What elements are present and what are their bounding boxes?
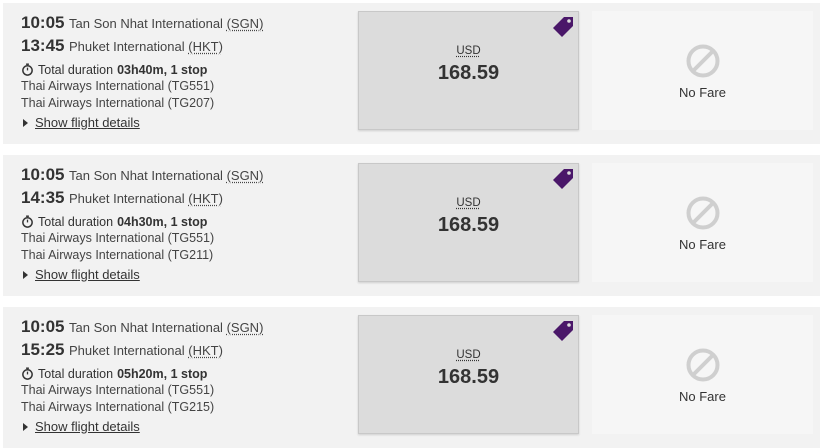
unavailable-icon bbox=[686, 196, 720, 230]
departure-line: 10:05 Tan Son Nhat International (SGN) bbox=[21, 165, 351, 188]
total-duration: Total duration 04h30m, 1 stop bbox=[21, 213, 351, 230]
caret-right-icon bbox=[23, 423, 28, 431]
no-fare-cell: No Fare bbox=[592, 315, 813, 434]
flight-row: 10:05 Tan Son Nhat International (SGN) 1… bbox=[3, 3, 820, 144]
departure-airport: Tan Son Nhat International (SGN) bbox=[69, 320, 263, 335]
departure-airport-name: Tan Son Nhat International bbox=[69, 16, 223, 31]
duration-label: Total duration bbox=[38, 215, 113, 229]
duration-label: Total duration bbox=[38, 63, 113, 77]
carrier-segment: Thai Airways International (TG215) bbox=[21, 399, 351, 416]
arrival-time: 15:25 bbox=[21, 340, 68, 360]
no-fare-label: No Fare bbox=[592, 237, 813, 252]
arrival-time: 14:35 bbox=[21, 188, 68, 208]
carrier-segment: Thai Airways International (TG207) bbox=[21, 95, 351, 112]
arrival-airport: Phuket International (HKT) bbox=[69, 343, 223, 358]
duration-value: 03h40m, 1 stop bbox=[117, 63, 207, 77]
arrival-line: 15:25 Phuket International (HKT) bbox=[21, 340, 351, 363]
departure-airport-name: Tan Son Nhat International bbox=[69, 168, 223, 183]
show-flight-details-toggle[interactable]: Show flight details bbox=[21, 115, 351, 130]
no-fare-cell: No Fare bbox=[592, 11, 813, 130]
fare-price: 168.59 bbox=[359, 62, 578, 85]
arrival-airport: Phuket International (HKT) bbox=[69, 39, 223, 54]
departure-time: 10:05 bbox=[21, 165, 68, 185]
show-flight-details-toggle[interactable]: Show flight details bbox=[21, 419, 351, 434]
price-tag-icon bbox=[551, 15, 575, 39]
no-fare-cell: No Fare bbox=[592, 163, 813, 282]
duration-value: 04h30m, 1 stop bbox=[117, 215, 207, 229]
carrier-segment: Thai Airways International (TG211) bbox=[21, 247, 351, 264]
show-flight-details-link[interactable]: Show flight details bbox=[35, 267, 140, 282]
departure-line: 10:05 Tan Son Nhat International (SGN) bbox=[21, 317, 351, 340]
flight-info: 10:05 Tan Son Nhat International (SGN) 1… bbox=[21, 317, 351, 434]
arrival-airport-code: (HKT) bbox=[188, 343, 223, 358]
departure-airport-code: (SGN) bbox=[227, 320, 264, 335]
fare-currency: USD bbox=[359, 197, 578, 209]
unavailable-icon bbox=[686, 348, 720, 382]
departure-airport: Tan Son Nhat International (SGN) bbox=[69, 16, 263, 31]
departure-airport-code: (SGN) bbox=[227, 16, 264, 31]
fare-option-button[interactable]: USD 168.59 bbox=[358, 315, 579, 434]
show-flight-details-link[interactable]: Show flight details bbox=[35, 419, 140, 434]
total-duration: Total duration 03h40m, 1 stop bbox=[21, 61, 351, 78]
no-fare-label: No Fare bbox=[592, 85, 813, 100]
duration-label: Total duration bbox=[38, 367, 113, 381]
show-flight-details-toggle[interactable]: Show flight details bbox=[21, 267, 351, 282]
arrival-airport-code: (HKT) bbox=[188, 39, 223, 54]
duration-value: 05h20m, 1 stop bbox=[117, 367, 207, 381]
fare-currency: USD bbox=[359, 349, 578, 361]
flight-row: 10:05 Tan Son Nhat International (SGN) 1… bbox=[3, 155, 820, 296]
arrival-airport: Phuket International (HKT) bbox=[69, 191, 223, 206]
flight-info: 10:05 Tan Son Nhat International (SGN) 1… bbox=[21, 165, 351, 282]
departure-airport-code: (SGN) bbox=[227, 168, 264, 183]
caret-right-icon bbox=[23, 271, 28, 279]
caret-right-icon bbox=[23, 119, 28, 127]
show-flight-details-link[interactable]: Show flight details bbox=[35, 115, 140, 130]
fare-currency: USD bbox=[359, 45, 578, 57]
stopwatch-icon bbox=[21, 63, 34, 76]
departure-airport-name: Tan Son Nhat International bbox=[69, 320, 223, 335]
carrier-segment: Thai Airways International (TG551) bbox=[21, 78, 351, 95]
arrival-line: 14:35 Phuket International (HKT) bbox=[21, 188, 351, 211]
flight-row: 10:05 Tan Son Nhat International (SGN) 1… bbox=[3, 307, 820, 448]
price-tag-icon bbox=[551, 167, 575, 191]
flight-info: 10:05 Tan Son Nhat International (SGN) 1… bbox=[21, 13, 351, 130]
no-fare-label: No Fare bbox=[592, 389, 813, 404]
stopwatch-icon bbox=[21, 367, 34, 380]
fare-option-button[interactable]: USD 168.59 bbox=[358, 163, 579, 282]
departure-time: 10:05 bbox=[21, 13, 68, 33]
unavailable-icon bbox=[686, 44, 720, 78]
fare-price: 168.59 bbox=[359, 214, 578, 237]
fare-option-button[interactable]: USD 168.59 bbox=[358, 11, 579, 130]
departure-line: 10:05 Tan Son Nhat International (SGN) bbox=[21, 13, 351, 36]
arrival-airport-name: Phuket International bbox=[69, 191, 185, 206]
departure-time: 10:05 bbox=[21, 317, 68, 337]
arrival-airport-name: Phuket International bbox=[69, 343, 185, 358]
arrival-airport-name: Phuket International bbox=[69, 39, 185, 54]
arrival-line: 13:45 Phuket International (HKT) bbox=[21, 36, 351, 59]
stopwatch-icon bbox=[21, 215, 34, 228]
carrier-segment: Thai Airways International (TG551) bbox=[21, 230, 351, 247]
arrival-time: 13:45 bbox=[21, 36, 68, 56]
price-tag-icon bbox=[551, 319, 575, 343]
carrier-segment: Thai Airways International (TG551) bbox=[21, 382, 351, 399]
fare-price: 168.59 bbox=[359, 366, 578, 389]
departure-airport: Tan Son Nhat International (SGN) bbox=[69, 168, 263, 183]
arrival-airport-code: (HKT) bbox=[188, 191, 223, 206]
total-duration: Total duration 05h20m, 1 stop bbox=[21, 365, 351, 382]
